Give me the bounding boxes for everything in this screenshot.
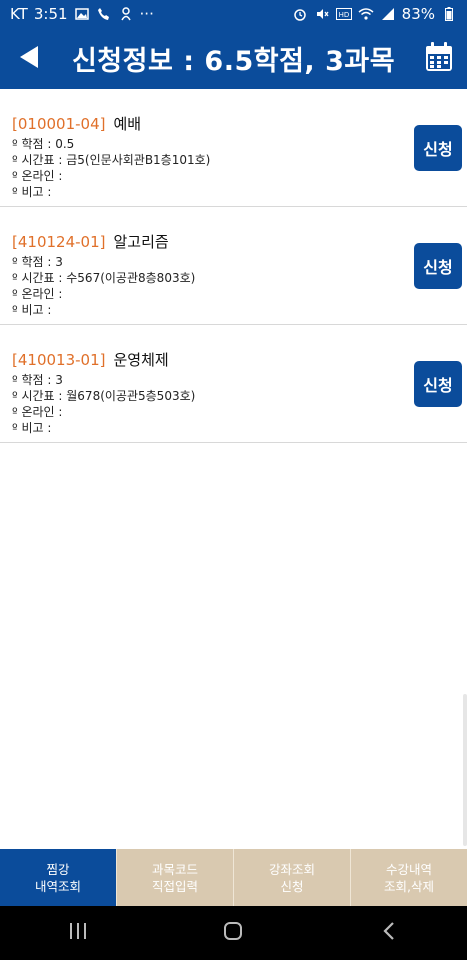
course-list: [010001-04] 예배 º 학점 : 0.5 º 시간표 : 금5(인문사…	[0, 89, 467, 443]
home-icon	[223, 921, 243, 945]
course-schedule: º 시간표 : 월678(이공관5층503호)	[12, 389, 196, 403]
course-item: [410013-01] 운영체제 º 학점 : 3 º 시간표 : 월678(이…	[0, 325, 467, 443]
course-details: º 학점 : 0.5 º 시간표 : 금5(인문사회관B1층101호) º 온라…	[12, 136, 210, 200]
scroll-handle[interactable]	[463, 694, 467, 846]
course-details: º 학점 : 3 º 시간표 : 수567(이공관8층803호) º 온라인 :…	[12, 254, 195, 318]
page-title: 신청정보 : 6.5학점, 3과목	[71, 46, 396, 77]
recent-apps-button[interactable]	[48, 906, 108, 960]
course-code: [410124-01]	[12, 233, 106, 251]
tab-label-line1: 수강내역	[385, 861, 432, 877]
app-header: 신청정보 : 6.5학점, 3과목	[0, 28, 467, 89]
course-item: [410124-01] 알고리즘 º 학점 : 3 º 시간표 : 수567(이…	[0, 207, 467, 325]
course-heading: [410124-01] 알고리즘	[12, 231, 169, 252]
course-credit: º 학점 : 3	[12, 373, 63, 387]
course-heading: [010001-04] 예배	[12, 113, 141, 134]
recent-apps-icon	[68, 922, 88, 944]
tab-label-line1: 찜강	[46, 861, 70, 877]
tab-wishlist[interactable]: 찜강 내역조회	[0, 849, 116, 906]
course-credit: º 학점 : 0.5	[12, 137, 75, 151]
tab-label-line2: 직접입력	[151, 878, 198, 894]
tab-enrollment-history[interactable]: 수강내역 조회,삭제	[350, 849, 467, 906]
mute-icon	[314, 6, 330, 22]
course-name: 알고리즘	[113, 233, 169, 251]
apply-button[interactable]: 신청	[414, 125, 462, 171]
status-left: KT 3:51 ···	[10, 5, 154, 23]
carrier-label: KT	[10, 5, 28, 23]
course-name: 운영체제	[113, 351, 169, 369]
course-item: [010001-04] 예배 º 학점 : 0.5 º 시간표 : 금5(인문사…	[0, 89, 467, 207]
course-details: º 학점 : 3 º 시간표 : 월678(이공관5층503호) º 온라인 :…	[12, 372, 195, 436]
tab-label-line1: 강좌조회	[268, 861, 315, 877]
svg-text:HD: HD	[338, 11, 349, 19]
course-online: º 온라인 :	[12, 405, 63, 419]
clock: 3:51	[33, 5, 68, 23]
course-code: [010001-04]	[12, 115, 106, 133]
tab-label-line2: 조회,삭제	[384, 878, 434, 894]
course-heading: [410013-01] 운영체제	[12, 349, 169, 370]
calendar-icon	[425, 42, 453, 76]
course-online: º 온라인 :	[12, 169, 63, 183]
bottom-tab-bar: 찜강 내역조회 과목코드 직접입력 강좌조회 신청 수강내역 조회,삭제	[0, 849, 467, 906]
tab-course-code-entry[interactable]: 과목코드 직접입력	[116, 849, 233, 906]
course-schedule: º 시간표 : 금5(인문사회관B1층101호)	[12, 153, 211, 167]
course-note: º 비고 :	[12, 185, 52, 199]
course-online: º 온라인 :	[12, 287, 63, 301]
calendar-button[interactable]	[425, 42, 455, 74]
tab-label-line1: 과목코드	[151, 861, 198, 877]
call-icon	[96, 6, 112, 22]
system-nav-bar	[0, 906, 467, 960]
back-icon	[382, 921, 396, 945]
course-note: º 비고 :	[12, 421, 52, 435]
status-bar: KT 3:51 ··· HD 83%	[0, 0, 467, 28]
status-right: HD 83%	[292, 5, 457, 23]
hd-icon: HD	[335, 6, 352, 22]
system-back-button[interactable]	[359, 906, 419, 960]
signal-icon	[380, 6, 396, 22]
alarm-icon	[292, 6, 308, 22]
tab-label-line2: 내역조회	[34, 878, 81, 894]
course-credit: º 학점 : 3	[12, 255, 63, 269]
bixby-icon	[118, 6, 134, 22]
more-notifications: ···	[139, 5, 154, 23]
battery-percent: 83%	[401, 5, 435, 23]
apply-button[interactable]: 신청	[414, 361, 462, 407]
tab-course-search[interactable]: 강좌조회 신청	[233, 849, 350, 906]
wifi-icon	[358, 6, 374, 22]
course-note: º 비고 :	[12, 303, 52, 317]
battery-icon	[441, 6, 457, 22]
course-code: [410013-01]	[12, 351, 106, 369]
course-name: 예배	[113, 115, 142, 133]
image-icon	[74, 6, 90, 22]
course-schedule: º 시간표 : 수567(이공관8층803호)	[12, 271, 196, 285]
apply-button[interactable]: 신청	[414, 243, 462, 289]
home-button[interactable]	[203, 906, 263, 960]
tab-label-line2: 신청	[280, 878, 304, 894]
